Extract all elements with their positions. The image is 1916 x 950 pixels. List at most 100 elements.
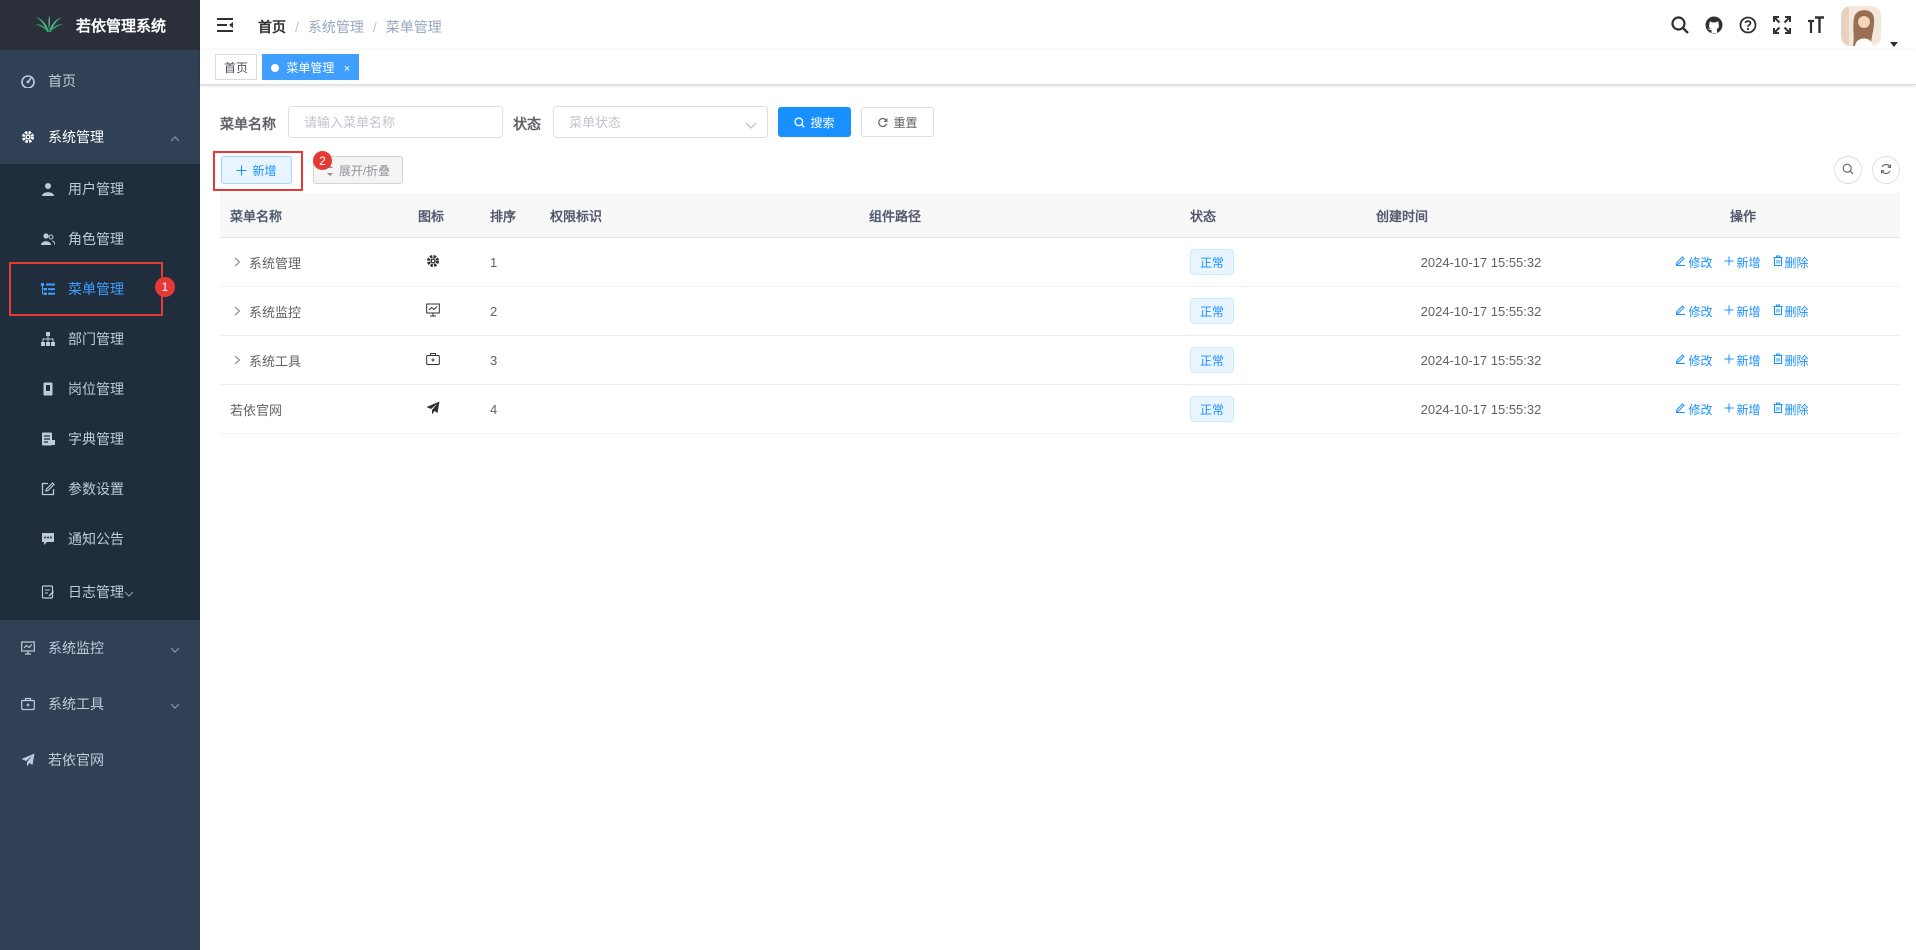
sidebar-item-dict[interactable]: 字典管理 [0, 414, 200, 464]
message-icon [40, 531, 56, 547]
cell-icon [418, 385, 490, 433]
tag-menu-management[interactable]: 菜单管理 × [262, 54, 360, 80]
menu-name-input[interactable] [288, 106, 503, 138]
font-size-icon[interactable] [1806, 15, 1826, 35]
cell-icon [418, 238, 490, 286]
monitor-icon [20, 640, 36, 656]
column-header: 排序 [490, 208, 517, 224]
column-header: 状态 [1190, 208, 1217, 224]
edit-link[interactable]: 修改 [1675, 352, 1712, 369]
breadcrumb-item[interactable]: 首页 [258, 17, 286, 37]
add-button[interactable]: 新增 [221, 156, 292, 184]
delete-link[interactable]: 删除 [1773, 401, 1809, 418]
sidebar-item-label: 用户管理 [68, 181, 124, 197]
delete-link[interactable]: 删除 [1773, 303, 1809, 320]
delete-link[interactable]: 删除 [1773, 254, 1809, 271]
app-title: 若依管理系统 [75, 17, 166, 35]
reset-button[interactable]: 重置 [861, 107, 934, 137]
table-row: 若依官网 4 正常 2024-10-17 15:55:32 修改 新增 删除 [220, 385, 1900, 434]
active-dot-icon [271, 63, 279, 72]
gear-icon [20, 129, 36, 145]
search-button[interactable]: 搜索 [778, 107, 851, 137]
sidebar-item-website[interactable]: 若依官网 [0, 732, 200, 788]
sidebar-logo[interactable]: 若依管理系统 [0, 0, 200, 50]
add-link[interactable]: 新增 [1724, 254, 1761, 271]
cell-menu-name: 系统监控 [220, 287, 418, 335]
sidebar-item-roles[interactable]: 角色管理 [0, 214, 200, 264]
github-icon[interactable] [1704, 15, 1724, 35]
cell-icon [418, 287, 490, 335]
edit-icon [1675, 255, 1688, 269]
caret-down-icon[interactable] [1890, 34, 1898, 50]
dashboard-icon [20, 73, 36, 89]
menu-name-field[interactable] [289, 107, 502, 137]
sidebar-item-posts[interactable]: 岗位管理 [0, 364, 200, 414]
sidebar-item-users[interactable]: 用户管理 [0, 164, 200, 214]
toggle-search-button[interactable] [1834, 156, 1862, 184]
edit-link[interactable]: 修改 [1675, 401, 1712, 418]
close-icon[interactable]: × [344, 63, 350, 75]
add-link-label: 新增 [1736, 402, 1761, 417]
expand-arrow-icon[interactable] [234, 257, 241, 267]
add-link[interactable]: 新增 [1724, 303, 1761, 320]
menu-name-text: 系统管理 [249, 255, 302, 271]
sidebar-item-tools[interactable]: 系统工具 [0, 676, 200, 732]
sidebar-item-label: 参数设置 [68, 481, 124, 497]
sidebar-item-notice[interactable]: 通知公告 [0, 514, 200, 564]
table-header: 菜单名称 图标 排序 权限标识 组件路径 状态 创建时间 操作 [220, 193, 1900, 238]
status-label: 状态 [513, 116, 541, 132]
cell-created: 2024-10-17 15:55:32 [1420, 254, 1542, 270]
add-link[interactable]: 新增 [1724, 352, 1761, 369]
column-header: 操作 [1729, 208, 1756, 224]
menu-name-text: 系统监控 [249, 304, 302, 320]
tag-home[interactable]: 首页 [215, 54, 258, 80]
log-icon [40, 584, 56, 600]
cell-component [869, 238, 1190, 286]
edit-link[interactable]: 修改 [1675, 303, 1712, 320]
tags-view: 首页 菜单管理 × [200, 50, 1916, 85]
cell-ops: 修改 新增 删除 [1586, 385, 1900, 433]
delete-link-label: 删除 [1784, 304, 1809, 319]
edit-link-label: 修改 [1688, 304, 1713, 319]
delete-link[interactable]: 删除 [1773, 352, 1809, 369]
edit-link-label: 修改 [1688, 402, 1713, 417]
expand-arrow-icon[interactable] [234, 306, 241, 316]
status-field[interactable] [554, 107, 767, 137]
sidebar-item-config[interactable]: 参数设置 [0, 464, 200, 514]
annotation-badge: 2 [313, 151, 332, 170]
breadcrumb-item: 菜单管理 [385, 19, 442, 35]
guide-icon [426, 401, 440, 418]
menu-name-text: 系统工具 [249, 353, 302, 369]
cell-created: 2024-10-17 15:55:32 [1420, 401, 1542, 417]
avatar[interactable] [1841, 6, 1881, 46]
search-icon[interactable] [1670, 15, 1690, 35]
cell-ops: 修改 新增 删除 [1586, 287, 1900, 335]
expand-arrow-icon[interactable] [234, 355, 241, 365]
edit-link-label: 修改 [1688, 353, 1713, 368]
fullscreen-icon[interactable] [1772, 15, 1792, 35]
sidebar-item-logs[interactable]: 日志管理 [0, 564, 200, 620]
chevron-down-icon [170, 640, 180, 656]
delete-link-label: 删除 [1784, 255, 1809, 270]
sidebar-item-depts[interactable]: 部门管理 [0, 314, 200, 364]
sidebar-item-label: 字典管理 [68, 431, 124, 447]
delete-icon [1773, 304, 1785, 318]
add-link[interactable]: 新增 [1724, 401, 1761, 418]
edit-link[interactable]: 修改 [1675, 254, 1712, 271]
cell-order: 1 [490, 254, 498, 270]
sidebar-item-monitor[interactable]: 系统监控 [0, 620, 200, 676]
hamburger-icon[interactable] [216, 16, 234, 34]
cell-order: 2 [490, 303, 498, 319]
add-link-label: 新增 [1736, 255, 1761, 270]
tag-label: 首页 [224, 61, 249, 75]
refresh-button[interactable] [1872, 156, 1900, 184]
status-select[interactable] [553, 106, 768, 138]
sidebar-item-system[interactable]: 系统管理 [0, 109, 200, 165]
help-icon[interactable] [1738, 15, 1758, 35]
reset-button-label: 重置 [893, 115, 918, 130]
sidebar-item-home[interactable]: 首页 [0, 53, 200, 109]
edit-icon [40, 481, 56, 497]
table-row: 系统监控 2 正常 2024-10-17 15:55:32 修改 新增 删除 [220, 287, 1900, 336]
peoples-icon [40, 231, 56, 247]
edit-icon [1675, 304, 1688, 318]
